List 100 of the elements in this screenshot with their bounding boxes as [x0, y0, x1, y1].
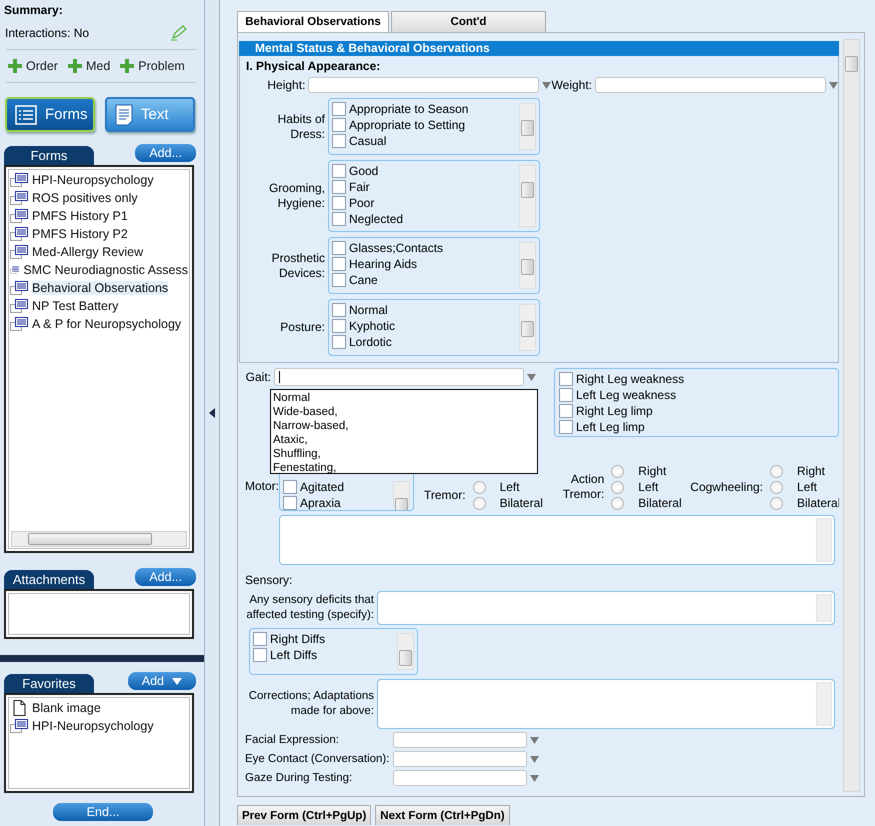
add-link[interactable]: Order [4, 59, 58, 73]
dropdown-field[interactable] [393, 732, 527, 748]
checkbox[interactable] [559, 420, 573, 434]
checkbox-label: Agitated [300, 480, 344, 494]
text-area[interactable] [279, 515, 835, 565]
favorite-item[interactable]: HPI-Neuropsychology [10, 717, 188, 735]
nav-button[interactable]: Prev Form (Ctrl+PgUp) [237, 805, 372, 825]
dropdown-field[interactable] [274, 368, 524, 386]
scrollbar[interactable] [816, 518, 832, 562]
nav-button[interactable]: Next Form (Ctrl+PgDn) [375, 805, 510, 825]
checkbox[interactable] [332, 212, 346, 226]
text-cursor [279, 371, 280, 383]
favorite-item[interactable]: Blank image [10, 699, 188, 717]
form-list-item[interactable]: NP Test Battery [10, 297, 188, 315]
scrollbar[interactable] [519, 165, 536, 227]
plus-icon [8, 59, 22, 73]
scrollbar[interactable] [11, 531, 187, 547]
form-list-item[interactable]: SMC Neurodiagnostic Assess [10, 261, 188, 279]
checkbox[interactable] [332, 180, 346, 194]
radio-label: Right [638, 464, 668, 478]
form-list-item[interactable]: PMFS History P1 [10, 207, 188, 225]
checklist-box[interactable]: Good Fair Poor Neglected [328, 160, 540, 232]
field-label: Facial Expression: [244, 732, 340, 748]
checkbox[interactable] [283, 480, 297, 494]
checklist-box[interactable]: Right Leg weakness Left Leg weakness Right Leg limp Left Leg limp [554, 368, 839, 437]
dropdown-option[interactable]: Ataxic, [273, 433, 535, 447]
radio-label: Left [638, 480, 660, 494]
checkbox[interactable] [332, 164, 346, 178]
add-link[interactable]: Med [64, 59, 110, 73]
radio-button[interactable] [770, 496, 783, 510]
dropdown-field[interactable] [393, 770, 527, 786]
checkbox[interactable] [332, 319, 346, 333]
scrollbar[interactable] [843, 39, 860, 792]
checkbox[interactable] [253, 632, 267, 646]
checkbox[interactable] [332, 196, 346, 210]
scrollbar[interactable] [397, 633, 414, 670]
field-label: Tremor: [424, 488, 467, 502]
view-button[interactable]: Forms [5, 97, 95, 132]
checklist-box[interactable]: Glasses;Contacts Hearing Aids Cane [328, 237, 540, 294]
checkbox[interactable] [332, 335, 346, 349]
add-button[interactable]: Add... [135, 144, 196, 162]
radio-button[interactable] [611, 496, 624, 510]
form-list-item[interactable]: Med-Allergy Review [10, 243, 188, 261]
scrollbar[interactable] [816, 682, 832, 726]
checkbox-label: Hearing Aids [349, 257, 418, 271]
radio-label: Bilateral [638, 496, 680, 510]
radio-button[interactable] [472, 496, 486, 510]
add-button[interactable]: Add... [135, 568, 196, 586]
checkbox-label: Fair [349, 180, 370, 194]
section-header: Mental Status & Behavioral Observations [239, 41, 839, 56]
checkbox[interactable] [559, 388, 573, 402]
radio-button[interactable] [770, 480, 783, 494]
form-tab[interactable]: Behavioral Observations [237, 11, 389, 32]
radio-label: Bilateral [500, 496, 542, 510]
panel-tab[interactable]: Attachments [4, 570, 94, 589]
checkbox[interactable] [559, 372, 573, 386]
panel-tab[interactable]: Favorites [4, 674, 94, 693]
checklist-box[interactable]: Appropriate to Season Appropriate to Setting Casual [328, 98, 540, 155]
scrollbar[interactable] [519, 242, 536, 289]
checklist-box[interactable]: Normal Kyphotic Lordotic [328, 299, 540, 356]
dropdown-option[interactable]: Wide-based, [273, 405, 535, 419]
radio-button[interactable] [611, 464, 624, 478]
add-button[interactable]: Add [128, 672, 196, 690]
form-icon [10, 227, 28, 241]
text-area[interactable] [377, 591, 835, 625]
form-list-item[interactable]: PMFS History P2 [10, 225, 188, 243]
checkbox[interactable] [253, 648, 267, 662]
checkbox[interactable] [559, 404, 573, 418]
add-link[interactable]: Problem [116, 59, 185, 73]
checkbox[interactable] [332, 273, 346, 287]
dropdown-option[interactable]: Narrow-based, [273, 419, 535, 433]
radio-button[interactable] [611, 480, 624, 494]
checkbox[interactable] [332, 134, 346, 148]
form-tab[interactable]: Cont'd [391, 11, 546, 32]
section-title: I. Physical Appearance: [246, 59, 382, 73]
end-button[interactable]: End... [53, 803, 153, 821]
checkbox[interactable] [332, 303, 346, 317]
checkbox[interactable] [332, 118, 346, 132]
dropdown-field[interactable] [308, 77, 540, 93]
dropdown-field[interactable] [393, 751, 527, 767]
form-list-item[interactable]: ROS positives only [10, 189, 188, 207]
text-area[interactable] [377, 679, 835, 729]
form-list-item[interactable]: HPI-Neuropsychology [10, 171, 188, 189]
checkbox[interactable] [283, 496, 297, 510]
dropdown-icon [172, 678, 182, 684]
radio-button[interactable] [770, 464, 783, 478]
checkbox-label: Poor [349, 196, 374, 210]
form-list-item[interactable]: A & P for Neuropsychology [10, 315, 188, 333]
dropdown-field[interactable] [595, 77, 826, 93]
dropdown-option[interactable]: Normal [273, 391, 535, 405]
panel-tab[interactable]: Forms [4, 146, 94, 165]
scrollbar[interactable] [519, 103, 536, 150]
form-icon [10, 173, 28, 187]
scrollbar[interactable] [816, 594, 832, 622]
scrollbar[interactable] [519, 304, 536, 351]
checklist-box[interactable]: Right Diffs Left Diffs [249, 628, 418, 675]
checkbox[interactable] [332, 257, 346, 271]
checkbox[interactable] [332, 241, 346, 255]
radio-button[interactable] [472, 480, 486, 494]
checkbox[interactable] [332, 102, 346, 116]
